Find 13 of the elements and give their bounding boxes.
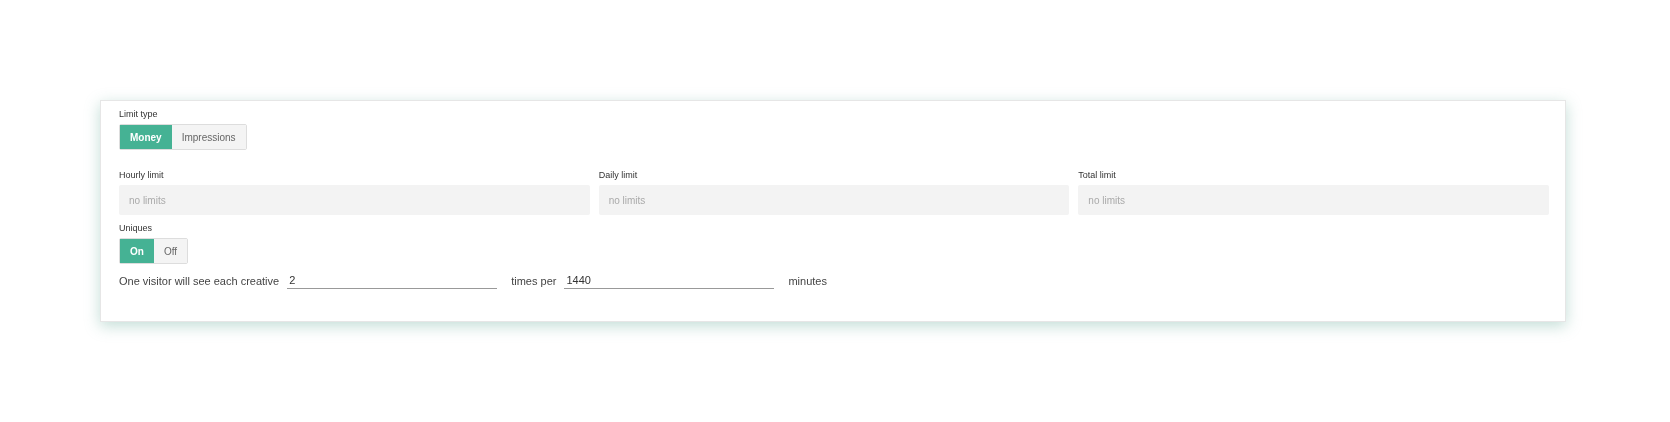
limit-type-label: Limit type — [119, 109, 158, 119]
uniques-label: Uniques — [119, 223, 153, 233]
limit-type-option[interactable]: Impressions — [171, 125, 246, 149]
limit-field[interactable]: no limits — [119, 185, 590, 215]
minutes-text: minutes — [788, 274, 827, 287]
limit-label: Hourly limit — [119, 170, 165, 180]
uniques-option[interactable]: Off — [153, 239, 188, 263]
limit-field[interactable]: no limits — [1078, 185, 1549, 215]
limit-label: Daily limit — [598, 170, 639, 180]
limit-field[interactable]: no limits — [598, 185, 1070, 215]
frequency-text: One visitor will see each creative — [119, 274, 280, 287]
times-per-text: times per — [511, 274, 557, 287]
limit-label: Total limit — [1078, 170, 1117, 180]
